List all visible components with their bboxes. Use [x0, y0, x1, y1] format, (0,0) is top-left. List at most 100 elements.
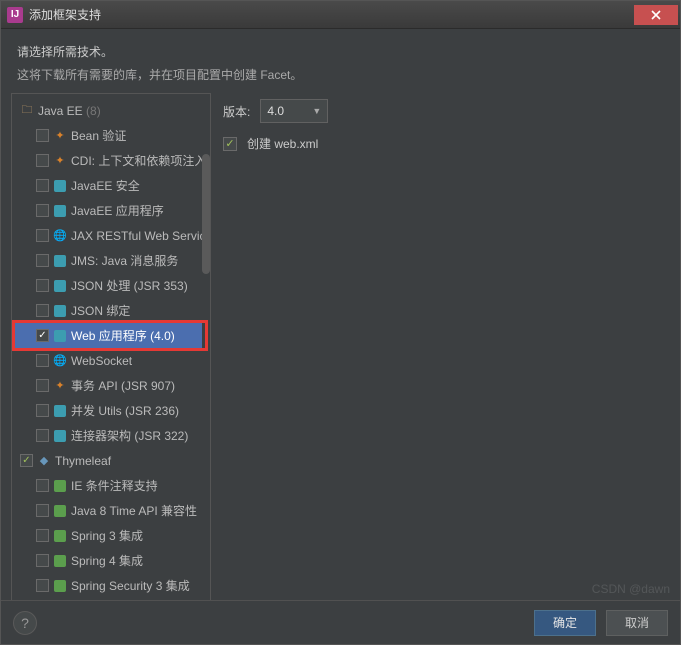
checkbox[interactable] [36, 479, 49, 492]
checkbox[interactable] [36, 129, 49, 142]
checkbox[interactable] [36, 429, 49, 442]
ok-button[interactable]: 确定 [534, 610, 596, 636]
facet-icon [53, 279, 67, 293]
facet-icon [53, 179, 67, 193]
tree-item[interactable]: JSON 处理 (JSR 353) [12, 273, 210, 298]
tree-item-label: JMS: Java 消息服务 [71, 252, 178, 269]
close-icon [651, 10, 661, 20]
window-title: 添加框架支持 [29, 6, 101, 23]
tree-item-label: Thymeleaf [55, 454, 111, 468]
facet-icon [53, 329, 67, 343]
tree-item-label: JavaEE 安全 [71, 177, 140, 194]
checkbox[interactable] [36, 504, 49, 517]
checkbox[interactable] [36, 279, 49, 292]
tree-root-javaee[interactable]: 🗀 Java EE (8) [12, 98, 210, 123]
checkbox[interactable] [36, 554, 49, 567]
checkbox[interactable] [36, 154, 49, 167]
tree-item-label: Web 应用程序 (4.0) [71, 327, 175, 344]
tree-item-label: Java EE (8) [38, 104, 101, 118]
plugin-icon [53, 554, 67, 568]
checkbox[interactable] [36, 329, 49, 342]
checkbox[interactable] [36, 579, 49, 592]
facet-icon [53, 254, 67, 268]
tree-item[interactable]: Web 应用程序 (4.0) [12, 323, 210, 348]
plugin-icon [53, 579, 67, 593]
checkbox[interactable] [36, 254, 49, 267]
bean-icon: ✦ [53, 154, 67, 168]
tree-item[interactable]: 🌐 WebSocket [12, 348, 210, 373]
tree-item-label: IE 条件注释支持 [71, 477, 158, 494]
tree-item-label: JSON 处理 (JSR 353) [71, 277, 188, 294]
create-webxml-label: 创建 web.xml [247, 135, 318, 152]
version-dropdown[interactable]: 4.0 ▼ [260, 99, 328, 123]
tree-item[interactable]: JMS: Java 消息服务 [12, 248, 210, 273]
help-button[interactable]: ? [13, 611, 37, 635]
tree-item[interactable]: Spring Security 3 集成 [12, 573, 210, 598]
tree-item[interactable]: IE 条件注释支持 [12, 473, 210, 498]
close-button[interactable] [634, 5, 678, 25]
create-webxml-checkbox[interactable] [223, 137, 237, 151]
tree-item[interactable]: ✦事务 API (JSR 907) [12, 373, 210, 398]
folder-icon: 🗀 [20, 104, 34, 118]
cancel-button[interactable]: 取消 [606, 610, 668, 636]
tree-item[interactable]: JavaEE 安全 [12, 173, 210, 198]
tree-item[interactable]: Spring 3 集成 [12, 523, 210, 548]
facet-icon [53, 204, 67, 218]
tree-item-label: JSON 绑定 [71, 302, 130, 319]
checkbox[interactable] [36, 304, 49, 317]
plugin-icon [53, 479, 67, 493]
checkbox[interactable] [36, 404, 49, 417]
tree-item-label: WebSocket [71, 354, 132, 368]
tree-item[interactable]: Java 8 Time API 兼容性 [12, 498, 210, 523]
version-label: 版本: [223, 103, 250, 120]
checkbox[interactable] [20, 454, 33, 467]
module-icon: ◆ [37, 454, 51, 468]
tree-item[interactable]: ✦ CDI: 上下文和依赖项注入 [12, 148, 210, 173]
tree-item-label: Spring 3 集成 [71, 527, 143, 544]
tree-item-label: Spring 4 集成 [71, 552, 143, 569]
dialog-header: 请选择所需技术。 这将下载所有需要的库，并在项目配置中创建 Facet。 [1, 29, 680, 93]
dialog-footer: ? 确定 取消 [1, 600, 680, 644]
tree-item-label: Spring Security 3 集成 [71, 577, 190, 594]
tree-item[interactable]: JavaEE 应用程序 [12, 198, 210, 223]
dialog-window: IJ 添加框架支持 请选择所需技术。 这将下载所有需要的库，并在项目配置中创建 … [0, 0, 681, 645]
tree-item-label: 连接器架构 (JSR 322) [71, 427, 188, 444]
bean-icon: ✦ [53, 379, 67, 393]
plugin-icon [53, 529, 67, 543]
version-value: 4.0 [267, 104, 284, 118]
tree-item[interactable]: 🌐 JAX RESTful Web Services [12, 223, 210, 248]
header-title: 请选择所需技术。 [17, 43, 664, 60]
detail-pane: 版本: 4.0 ▼ 创建 web.xml [211, 93, 670, 603]
titlebar: IJ 添加框架支持 [1, 1, 680, 29]
tree-item[interactable]: Spring 4 集成 [12, 548, 210, 573]
tree-root-thymeleaf[interactable]: ◆ Thymeleaf [12, 448, 210, 473]
facet-icon [53, 304, 67, 318]
framework-tree[interactable]: 🗀 Java EE (8) ✦ Bean 验证 ✦ CDI: 上下文和依赖项注入 JavaE… [11, 93, 211, 603]
scrollbar-track[interactable] [202, 94, 210, 602]
tree-item-label: 并发 Utils (JSR 236) [71, 402, 179, 419]
scrollbar-thumb[interactable] [202, 154, 210, 274]
app-icon: IJ [7, 7, 23, 23]
globe-icon: 🌐 [53, 354, 67, 368]
facet-icon [53, 404, 67, 418]
globe-icon: 🌐 [53, 229, 67, 243]
tree-item-label: CDI: 上下文和依赖项注入 [71, 152, 206, 169]
checkbox[interactable] [36, 204, 49, 217]
plugin-icon [53, 504, 67, 518]
facet-icon [53, 429, 67, 443]
checkbox[interactable] [36, 179, 49, 192]
tree-item[interactable]: 连接器架构 (JSR 322) [12, 423, 210, 448]
checkbox[interactable] [36, 379, 49, 392]
chevron-down-icon: ▼ [312, 106, 321, 116]
tree-item-label: Bean 验证 [71, 127, 126, 144]
bean-icon: ✦ [53, 129, 67, 143]
checkbox[interactable] [36, 529, 49, 542]
tree-item-label: JAX RESTful Web Services [71, 229, 211, 243]
tree-item-label: JavaEE 应用程序 [71, 202, 164, 219]
tree-item[interactable]: JSON 绑定 [12, 298, 210, 323]
tree-item-label: Java 8 Time API 兼容性 [71, 502, 197, 519]
checkbox[interactable] [36, 229, 49, 242]
tree-item[interactable]: 并发 Utils (JSR 236) [12, 398, 210, 423]
checkbox[interactable] [36, 354, 49, 367]
tree-item[interactable]: ✦ Bean 验证 [12, 123, 210, 148]
